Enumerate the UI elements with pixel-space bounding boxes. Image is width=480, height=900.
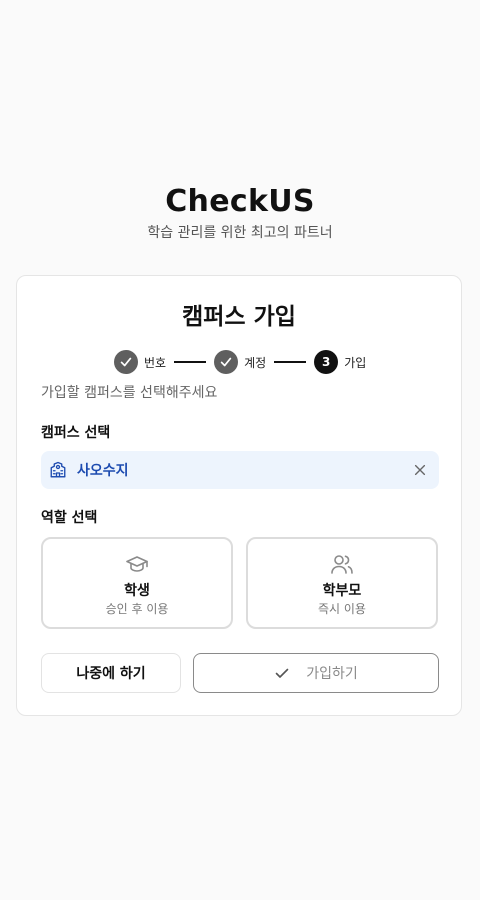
signup-page: CheckUS 학습 관리를 위한 최고의 파트너 캠퍼스 가입 번호 계정 3… xyxy=(0,0,480,900)
school-building-icon xyxy=(50,461,66,478)
step-3-label: 가입 xyxy=(344,355,367,370)
join-button[interactable]: 가입하기 xyxy=(193,653,439,693)
role-option-parent[interactable]: 학부모 즉시 이용 xyxy=(246,537,438,629)
app-logo-text: CheckUS xyxy=(165,184,315,219)
role-option-student[interactable]: 학생 승인 후 이용 xyxy=(41,537,233,629)
check-icon xyxy=(275,668,289,678)
graduation-cap-icon xyxy=(125,552,149,576)
join-button-label: 가입하기 xyxy=(306,666,358,682)
signup-stepper: 번호 계정 3 가입 xyxy=(114,350,366,374)
role-select-label: 역할 선택 xyxy=(41,510,98,526)
step-connector-2 xyxy=(274,361,307,363)
close-icon xyxy=(414,464,426,476)
role-student-subtitle: 승인 후 이용 xyxy=(105,602,169,616)
app-tagline: 학습 관리를 위한 최고의 파트너 xyxy=(147,225,333,241)
campus-signup-card: 캠퍼스 가입 번호 계정 3 가입 가입할 캠퍼스를 선택해주세요 캠퍼스 선택 xyxy=(16,275,462,716)
page-title: 캠퍼스 가입 xyxy=(182,304,296,330)
later-button[interactable]: 나중에 하기 xyxy=(41,653,181,693)
step-2-label: 계정 xyxy=(244,355,267,370)
users-icon xyxy=(330,552,354,576)
clear-campus-button[interactable] xyxy=(411,461,429,479)
campus-select-field[interactable]: 사오수지 xyxy=(41,451,439,489)
role-student-title: 학생 xyxy=(124,583,150,599)
instruction-text: 가입할 캠퍼스를 선택해주세요 xyxy=(41,385,218,401)
step-3-number: 3 xyxy=(314,350,339,374)
campus-select-label: 캠퍼스 선택 xyxy=(41,425,111,441)
step-2-check-icon xyxy=(214,350,239,374)
step-1-label: 번호 xyxy=(144,355,167,370)
step-1-check-icon xyxy=(114,350,138,374)
role-parent-subtitle: 즉시 이용 xyxy=(318,602,366,616)
step-connector-1 xyxy=(174,361,207,363)
role-parent-title: 학부모 xyxy=(322,583,362,599)
selected-campus: 사오수지 xyxy=(77,463,129,479)
